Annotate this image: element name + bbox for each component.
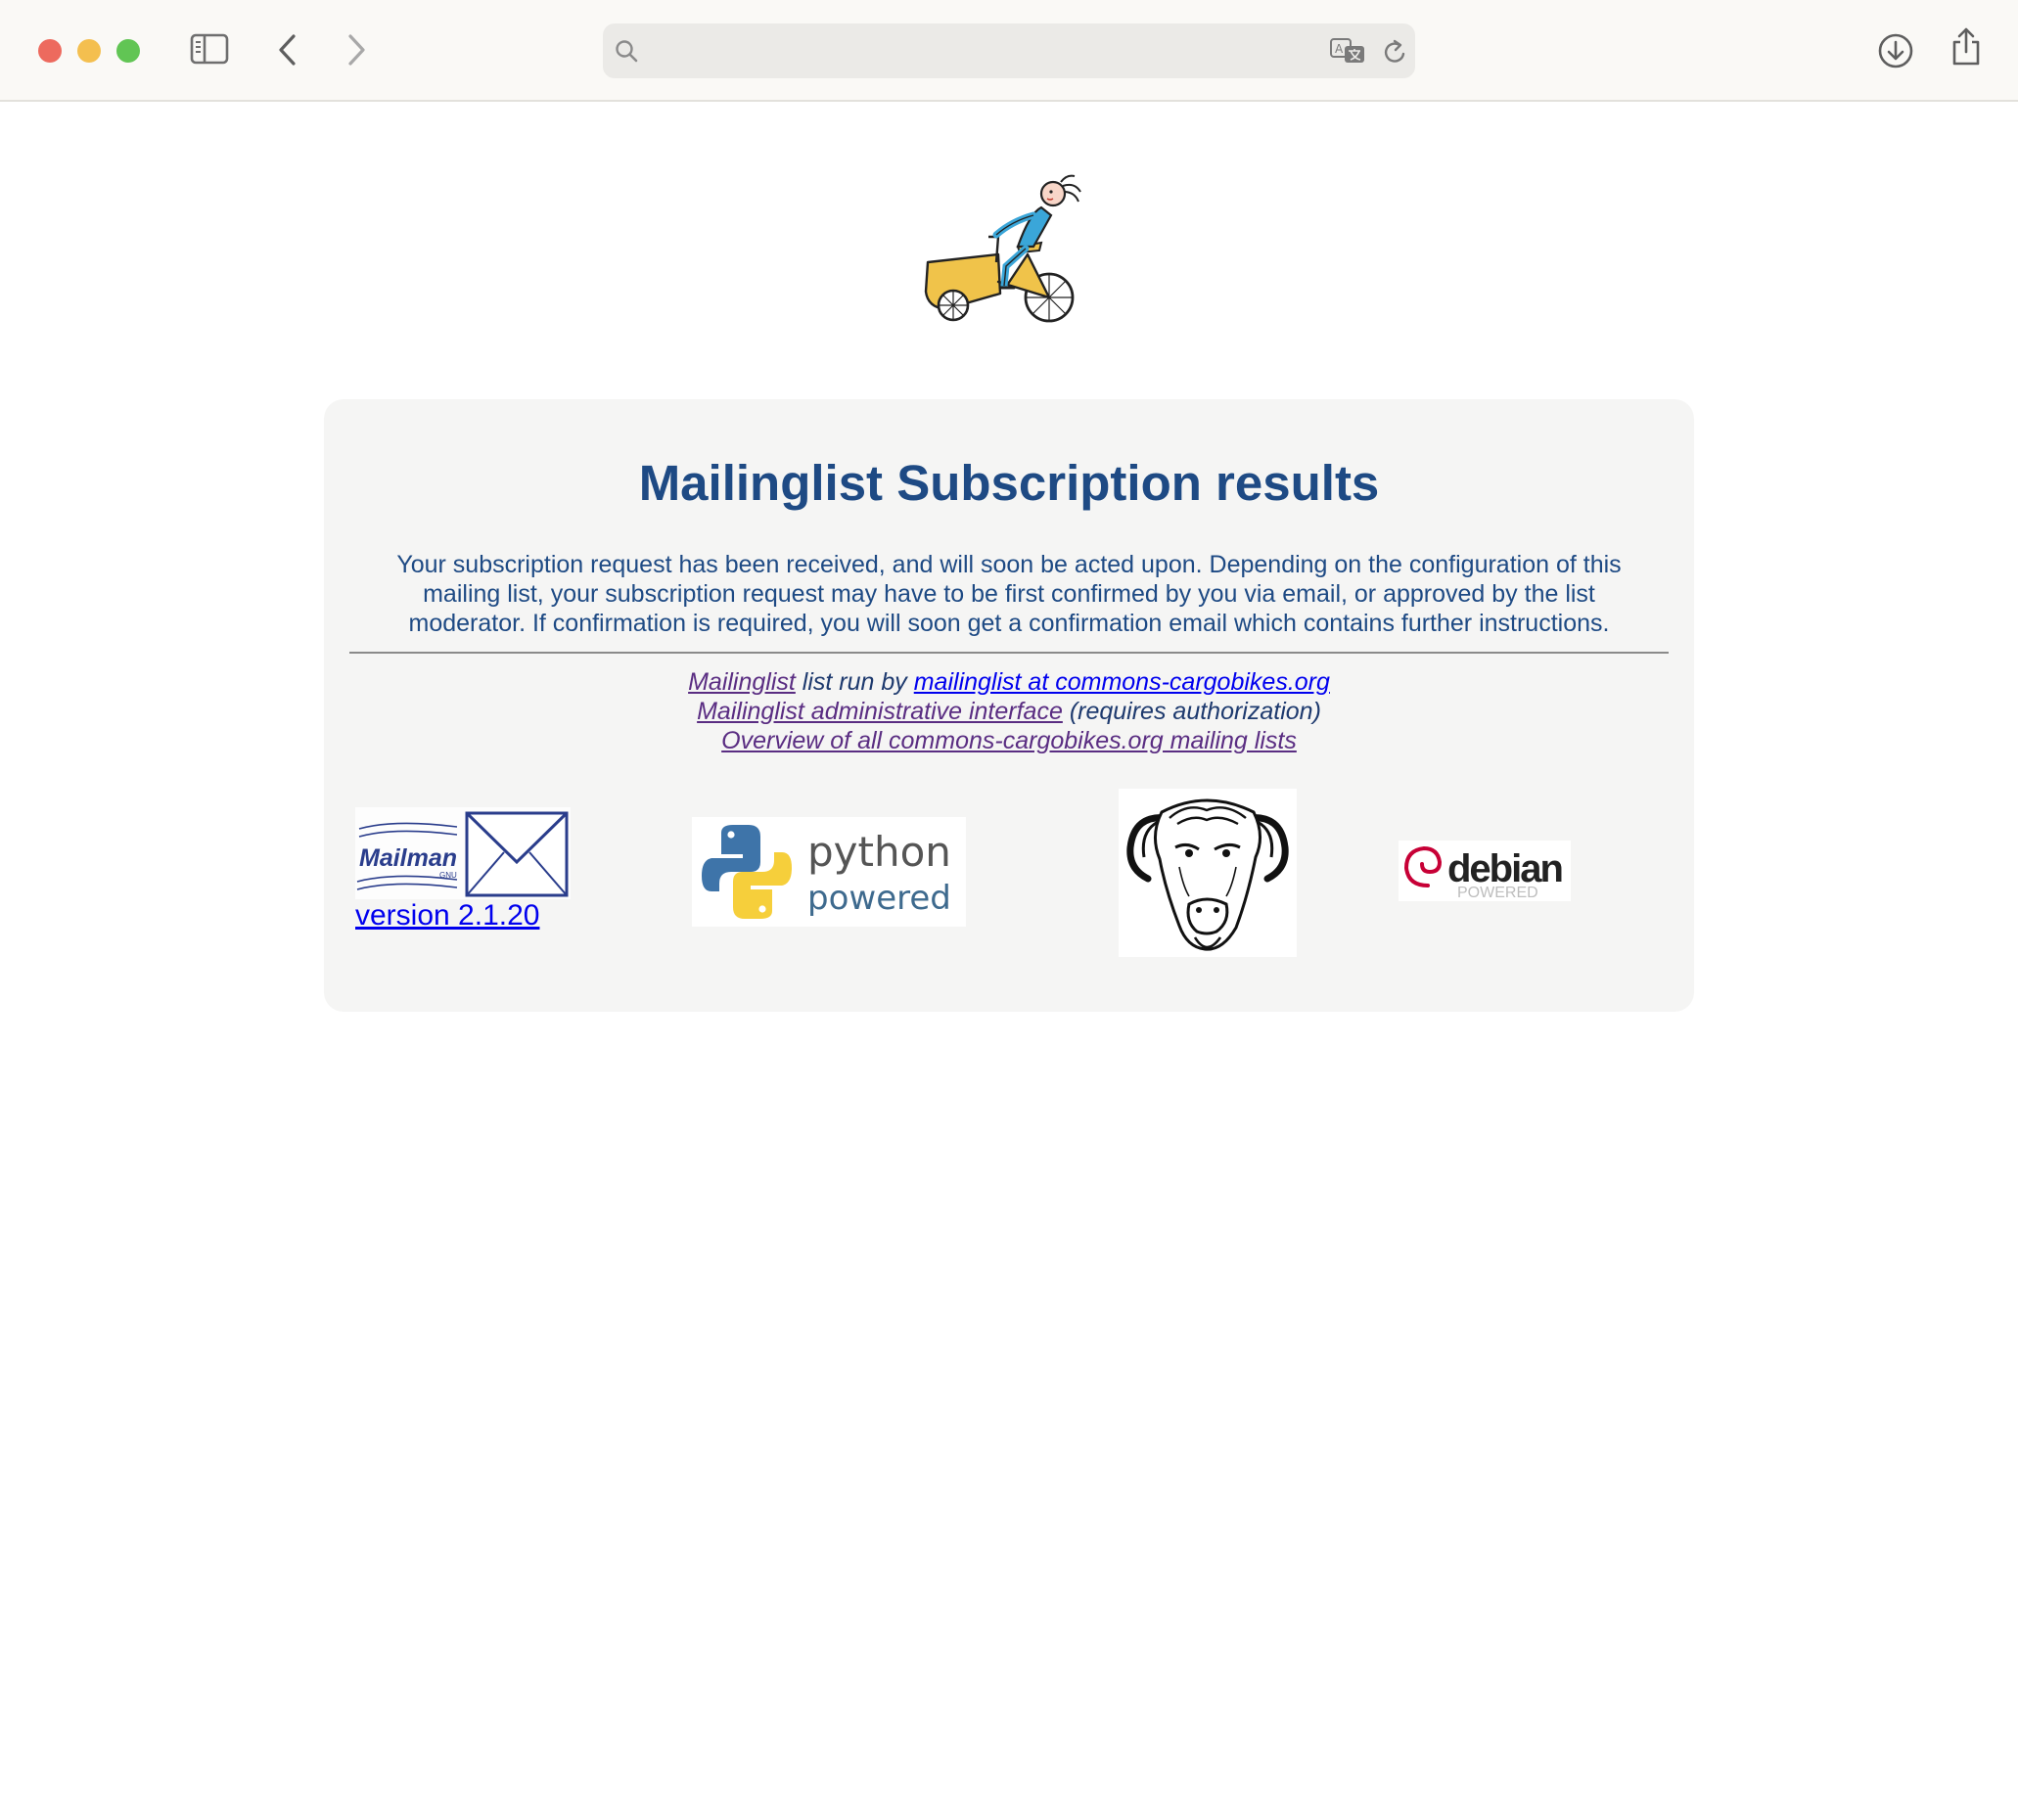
footer-line-list: Mailinglist list run by mailinglist at c…: [324, 667, 1694, 697]
run-by-text: list run by: [795, 668, 914, 696]
footer-line-overview: Overview of all commons-cargobikes.org m…: [324, 726, 1694, 755]
sidebar-toggle-icon[interactable]: [190, 33, 229, 67]
subscription-message: Your subscription request has been recei…: [396, 551, 1622, 637]
close-window-button[interactable]: [38, 39, 62, 63]
python-logo[interactable]: python powered: [692, 817, 966, 927]
mailman-logo[interactable]: Mailman GNU: [355, 807, 571, 899]
address-input[interactable]: [650, 31, 1335, 70]
python-powered-text: powered: [807, 879, 951, 918]
download-icon[interactable]: [1877, 32, 1914, 69]
share-icon[interactable]: [1949, 26, 1983, 68]
browser-toolbar: A: [0, 0, 2018, 102]
admin-interface-link[interactable]: Mailinglist administrative interface: [697, 698, 1063, 725]
lists-overview-link[interactable]: Overview of all commons-cargobikes.org m…: [721, 727, 1297, 754]
debian-powered-text: POWERED: [1457, 885, 1538, 901]
zoom-window-button[interactable]: [116, 39, 140, 63]
debian-logo[interactable]: debian POWERED: [1399, 841, 1571, 901]
python-wordmark: python: [807, 828, 951, 876]
gnu-head-logo[interactable]: [1119, 789, 1297, 957]
cargobike-logo: [920, 172, 1086, 329]
mailman-wordmark: Mailman: [359, 844, 457, 872]
page-title: Mailinglist Subscription results: [638, 455, 1380, 511]
footer-line-admin: Mailinglist administrative interface (re…: [324, 697, 1694, 726]
address-bar[interactable]: A: [603, 23, 1415, 78]
mailinglist-link[interactable]: Mailinglist: [688, 668, 796, 696]
forward-arrow-icon[interactable]: [344, 32, 368, 68]
mailman-gnu-mark: GNU: [439, 871, 457, 880]
search-icon: [616, 40, 638, 63]
translate-icon[interactable]: A: [1329, 37, 1368, 67]
reload-icon[interactable]: [1382, 37, 1409, 67]
svg-text:A: A: [1335, 42, 1344, 56]
footer-links: Mailinglist list run by mailinglist at c…: [324, 667, 1694, 755]
minimize-window-button[interactable]: [77, 39, 101, 63]
admin-note: (requires authorization): [1062, 698, 1321, 725]
results-panel: Mailinglist Subscription results Your su…: [324, 399, 1694, 1012]
mailman-version-link[interactable]: version 2.1.20: [355, 899, 539, 933]
divider: [349, 652, 1669, 654]
back-arrow-icon[interactable]: [276, 32, 299, 68]
list-owner-link[interactable]: mailinglist at commons-cargobikes.org: [914, 668, 1330, 696]
